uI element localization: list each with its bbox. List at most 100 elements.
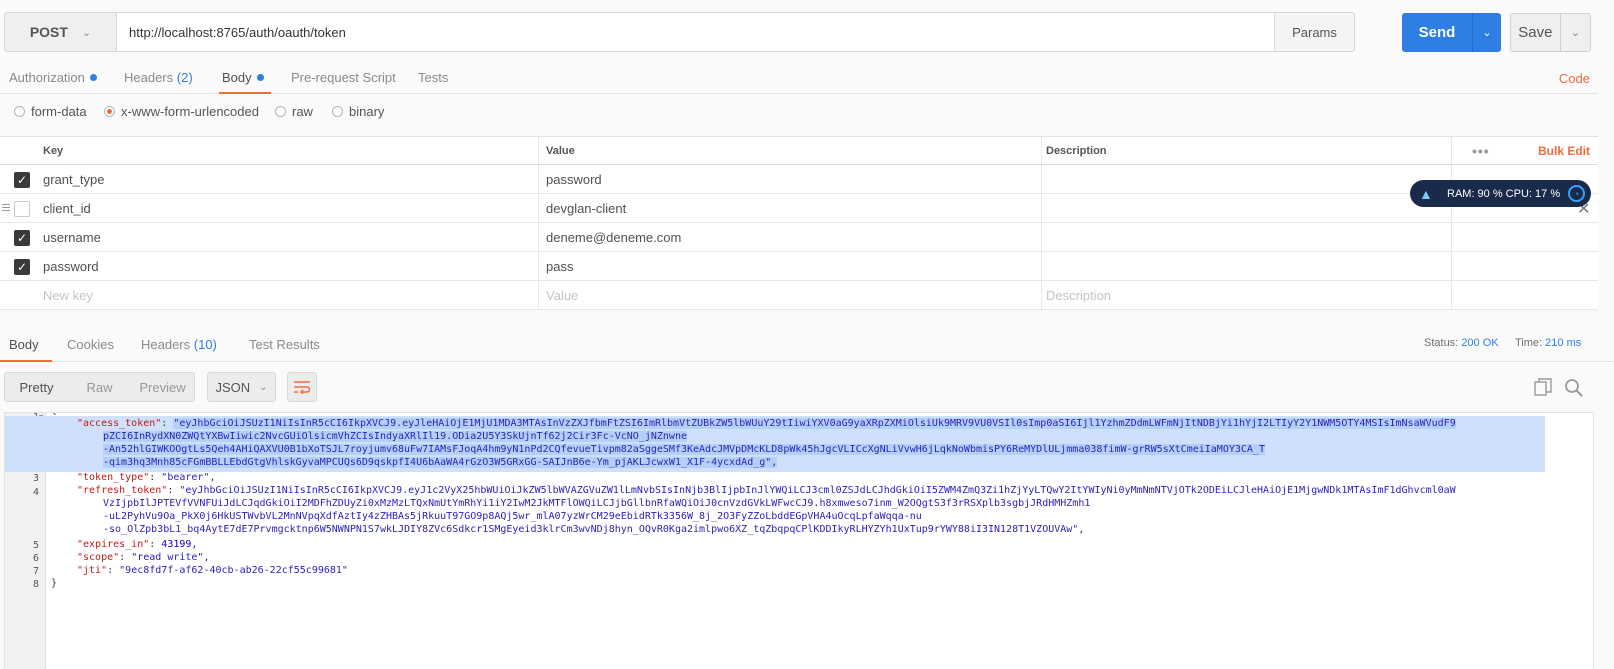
tab-headers-label: Headers	[124, 70, 174, 85]
radio-circle-selected-icon	[104, 106, 115, 117]
status-indicator: Status: 200 OK	[1424, 337, 1499, 349]
active-tab-underline	[219, 92, 271, 94]
dot-indicator-icon	[256, 74, 264, 81]
radio-urlencoded-label: x-www-form-urlencoded	[121, 104, 259, 119]
json-string: VzIjpbIlJPTEVfVVNFUiJdLCJqdGkiOiI2MDFhZD…	[103, 498, 1091, 509]
key-cell[interactable]: username	[38, 223, 538, 251]
response-tabs: Body Cookies Headers (10) Test Results S…	[0, 328, 1614, 362]
save-button-group: Save ⌄	[1510, 13, 1591, 52]
radio-form-data[interactable]: form-data	[14, 104, 87, 119]
description-cell[interactable]	[1041, 252, 1451, 280]
tab-response-body[interactable]: Body	[9, 337, 39, 352]
active-tab-underline	[0, 360, 52, 362]
new-value-input[interactable]: Value	[538, 281, 1041, 309]
tab-prerequest-script[interactable]: Pre-request Script	[291, 70, 396, 85]
view-mode-group: Pretty Raw Preview	[4, 372, 195, 402]
performance-monitor-badge[interactable]: ▲ RAM: 90 % CPU: 17 % ◔	[1410, 180, 1591, 207]
save-dropdown-chevron-down-icon[interactable]: ⌄	[1559, 14, 1590, 51]
code-line: "expires_in": 43199,	[77, 539, 198, 550]
actions-cell	[1451, 281, 1598, 309]
response-body-viewer[interactable]: 1 ▼ 2 3 4 5 6 7 8 { "access_token": "eyJ…	[4, 412, 1594, 669]
checkbox-icon[interactable]: ✓	[14, 259, 30, 275]
format-label: JSON	[215, 379, 251, 395]
time-indicator: Time: 210 ms	[1515, 337, 1581, 349]
more-options-icon[interactable]: •••	[1472, 143, 1490, 159]
tab-body[interactable]: Body	[222, 70, 264, 85]
tab-response-headers-count: (10)	[193, 337, 217, 352]
json-key: "token_type"	[77, 472, 150, 483]
checkbox-icon[interactable]	[14, 201, 30, 217]
drag-handle-icon[interactable]	[2, 204, 10, 213]
description-cell[interactable]	[1041, 223, 1451, 251]
line-number: 4	[32, 487, 39, 498]
new-key-input[interactable]: New key	[38, 281, 538, 309]
value-cell[interactable]: deneme@deneme.com	[538, 223, 1041, 251]
send-button-group: Send ⌄	[1402, 13, 1501, 52]
json-string: pZCI6InRydXN0ZWQtYXBwIiwic2NvcGUiOlsicmV…	[103, 431, 687, 442]
search-icon[interactable]	[1564, 378, 1584, 398]
copy-icon[interactable]	[1534, 378, 1552, 396]
checkbox-icon[interactable]: ✓	[14, 230, 30, 246]
status-value: 200 OK	[1461, 337, 1499, 349]
column-header-value: Value	[538, 137, 1041, 164]
save-button[interactable]: Save	[1511, 14, 1560, 51]
radio-urlencoded[interactable]: x-www-form-urlencoded	[104, 104, 259, 119]
value-cell[interactable]: pass	[538, 252, 1041, 280]
send-dropdown-chevron-down-icon[interactable]: ⌄	[1472, 13, 1501, 52]
line-number: 7	[32, 566, 39, 577]
column-header-key: Key	[43, 144, 64, 157]
bulk-edit-link[interactable]: Bulk Edit	[1538, 144, 1590, 158]
tab-headers[interactable]: Headers (2)	[124, 70, 193, 85]
send-button[interactable]: Send	[1402, 13, 1472, 52]
wrap-lines-button[interactable]	[287, 372, 317, 402]
wrap-lines-icon	[294, 381, 311, 394]
tab-response-headers[interactable]: Headers (10)	[141, 337, 217, 352]
key-cell[interactable]: password	[38, 252, 538, 280]
tab-authorization-label: Authorization	[9, 70, 85, 85]
chevron-down-icon: ⌄	[259, 381, 268, 393]
tab-body-label: Body	[222, 70, 252, 85]
dot-indicator-icon	[89, 74, 97, 81]
code-line: "token_type": "bearer",	[77, 472, 216, 483]
radio-circle-icon	[275, 106, 286, 117]
value-cell[interactable]: password	[538, 165, 1041, 193]
json-string: "9ec8fd7f-af62-40cb-ab26-22cf55c99681"	[119, 565, 348, 576]
tab-test-results[interactable]: Test Results	[249, 337, 320, 352]
key-cell[interactable]: client_id	[38, 194, 538, 222]
pretty-button[interactable]: Pretty	[5, 373, 68, 401]
new-description-input[interactable]: Description	[1041, 281, 1451, 309]
line-number: 3	[32, 473, 39, 484]
checkbox-icon[interactable]: ✓	[14, 172, 30, 188]
preview-button[interactable]: Preview	[131, 373, 194, 401]
radio-raw[interactable]: raw	[275, 104, 313, 119]
code-line: "access_token": "eyJhbGciOiJSUzI1NiIsInR…	[77, 418, 1456, 429]
method-select[interactable]: POST ⌄	[4, 12, 117, 52]
code-link[interactable]: Code	[1559, 71, 1590, 86]
code-line: pZCI6InRydXN0ZWQtYXBwIiwic2NvcGUiOlsicmV…	[103, 430, 687, 443]
code-line: "jti": "9ec8fd7f-af62-40cb-ab26-22cf55c9…	[77, 565, 348, 576]
url-input[interactable]: http://localhost:8765/auth/oauth/token	[117, 12, 1275, 52]
method-label: POST	[29, 24, 68, 40]
table-row: ✓ username deneme@deneme.com	[0, 223, 1598, 252]
description-cell[interactable]	[1041, 165, 1451, 193]
format-select[interactable]: JSON ⌄	[207, 372, 276, 402]
tab-response-cookies[interactable]: Cookies	[67, 337, 114, 352]
line-number: 8	[32, 579, 39, 590]
value-cell[interactable]: devglan-client	[538, 194, 1041, 222]
json-string: -so_OlZpb3bL1_bq4AytE7dE7Prvmgcktnp6W5NW…	[103, 524, 1085, 535]
raw-button[interactable]: Raw	[68, 373, 131, 401]
key-cell[interactable]: grant_type	[38, 165, 538, 193]
code-line: "scope": "read write",	[77, 552, 210, 563]
radio-binary[interactable]: binary	[332, 104, 384, 119]
params-button[interactable]: Params	[1275, 12, 1355, 52]
tab-tests[interactable]: Tests	[418, 70, 448, 85]
tab-tests-label: Tests	[418, 70, 449, 85]
table-row: ✓ grant_type password	[0, 165, 1598, 194]
tab-authorization[interactable]: Authorization	[9, 70, 97, 85]
code-line: {	[51, 413, 57, 417]
description-cell[interactable]	[1041, 194, 1451, 222]
json-key: "refresh_token"	[77, 485, 168, 496]
radio-form-data-label: form-data	[31, 104, 87, 119]
json-key: "jti"	[77, 565, 108, 576]
tab-headers-count: (2)	[176, 70, 193, 85]
